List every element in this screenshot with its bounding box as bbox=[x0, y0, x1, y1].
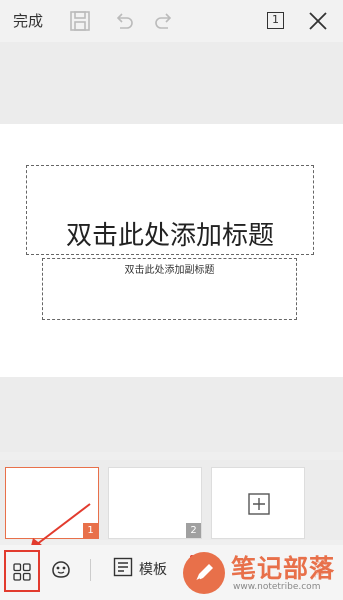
template-icon bbox=[113, 557, 133, 577]
watermark-url: www.notetribe.com bbox=[233, 582, 321, 592]
pen-logo-icon bbox=[183, 552, 225, 594]
title-placeholder: 双击此处添加标题 bbox=[65, 221, 274, 251]
add-slide-button[interactable] bbox=[211, 467, 305, 539]
done-button[interactable]: 完成 bbox=[13, 10, 43, 31]
page-count-icon[interactable]: 1 bbox=[264, 9, 288, 33]
watermark-title: 笔记部落 bbox=[231, 554, 336, 583]
plus-icon bbox=[248, 493, 270, 515]
grid-icon bbox=[13, 563, 31, 581]
toolbar-divider bbox=[90, 559, 91, 581]
grid-view-button[interactable] bbox=[4, 550, 40, 592]
undo-icon[interactable] bbox=[112, 9, 136, 33]
top-toolbar: 完成 1 bbox=[0, 0, 343, 42]
slide-thumbnail[interactable]: 2 bbox=[108, 467, 202, 539]
redo-icon[interactable] bbox=[152, 9, 176, 33]
subtitle-placeholder: 双击此处添加副标题 bbox=[124, 265, 215, 276]
close-icon[interactable] bbox=[306, 9, 330, 33]
subtitle-placeholder-box[interactable]: 双击此处添加副标题 bbox=[42, 258, 297, 320]
slide[interactable]: 双击此处添加标题 双击此处添加副标题 bbox=[0, 124, 343, 377]
slide-number-badge: 2 bbox=[186, 523, 201, 538]
template-label: 模板 bbox=[139, 562, 167, 578]
save-icon[interactable] bbox=[68, 9, 92, 33]
page-count-label: 1 bbox=[267, 12, 284, 29]
watermark-logo: 网 笔记部落 www.notetribe.com bbox=[183, 548, 343, 600]
face-icon[interactable] bbox=[50, 557, 72, 579]
title-placeholder-box[interactable]: 双击此处添加标题 bbox=[26, 165, 314, 255]
slide-canvas[interactable]: 双击此处添加标题 双击此处添加副标题 bbox=[0, 42, 343, 452]
